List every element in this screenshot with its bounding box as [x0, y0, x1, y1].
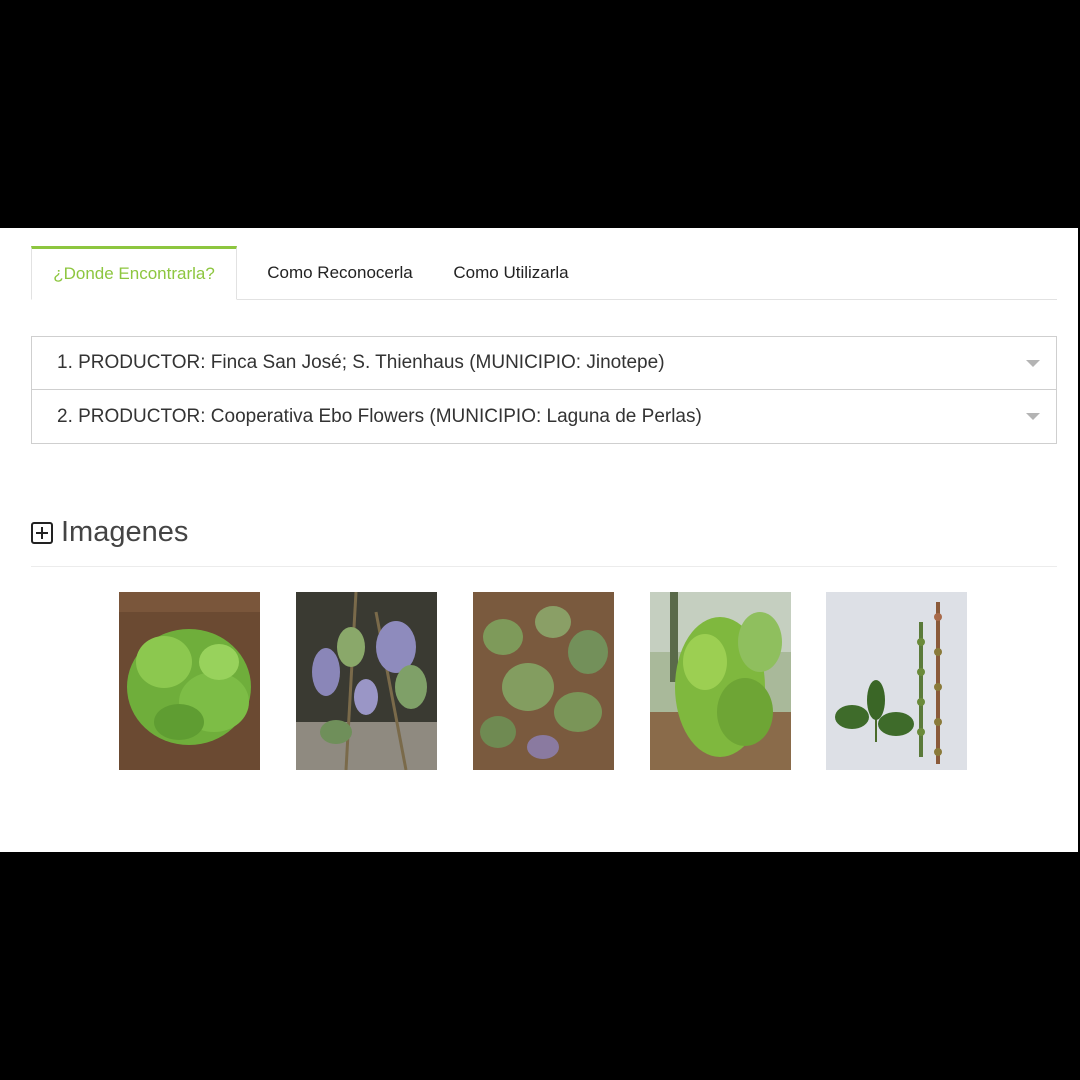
content-panel: ¿Donde Encontrarla? Como Reconocerla Com…: [0, 228, 1078, 852]
tab-label: Como Reconocerla: [267, 262, 413, 282]
accordion-item-label: 1. PRODUCTOR: Finca San José; S. Thienha…: [57, 352, 665, 373]
plant-photo-1-image: [119, 592, 260, 770]
accordion-item-2[interactable]: 2. PRODUCTOR: Cooperativa Ebo Flowers (M…: [31, 390, 1057, 444]
plant-photo-3-image: [473, 592, 614, 770]
chevron-down-icon: [1026, 359, 1040, 367]
images-section-header[interactable]: Imagenes: [31, 516, 188, 549]
tab-bar: ¿Donde Encontrarla? Como Reconocerla Com…: [31, 246, 1057, 300]
plant-photo-5[interactable]: [826, 592, 967, 770]
plant-photo-3[interactable]: [473, 592, 614, 770]
tab-label: ¿Donde Encontrarla?: [53, 264, 215, 283]
accordion-item-1[interactable]: 1. PRODUCTOR: Finca San José; S. Thienha…: [31, 336, 1057, 390]
plant-photo-5-image: [826, 592, 967, 770]
chevron-down-icon: [1026, 413, 1040, 420]
tab-como-utilizarla[interactable]: Como Utilizarla: [437, 246, 585, 299]
tab-donde-encontrarla[interactable]: ¿Donde Encontrarla?: [31, 246, 237, 300]
producer-accordion: 1. PRODUCTOR: Finca San José; S. Thienha…: [31, 336, 1057, 444]
plus-square-icon: [31, 521, 53, 544]
plant-photo-1[interactable]: [119, 592, 260, 770]
plant-photo-2-image: [296, 592, 437, 770]
divider: [31, 566, 1057, 567]
plant-photo-2[interactable]: [296, 592, 437, 770]
tab-label: Como Utilizarla: [453, 262, 569, 282]
images-section-title: Imagenes: [61, 516, 189, 548]
accordion-item-label: 2. PRODUCTOR: Cooperativa Ebo Flowers (M…: [57, 405, 702, 427]
plant-photo-4-image: [650, 592, 791, 770]
plant-photo-4[interactable]: [650, 592, 791, 770]
tab-como-reconocerla[interactable]: Como Reconocerla: [245, 246, 435, 299]
